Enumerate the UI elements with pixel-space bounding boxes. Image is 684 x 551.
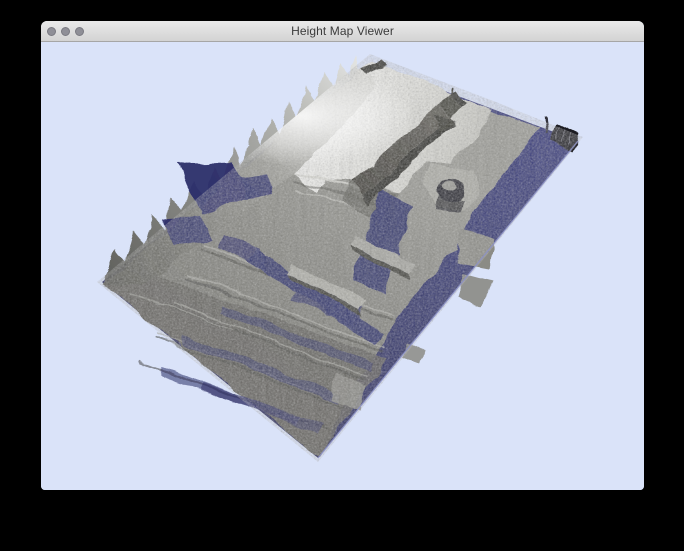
window-title: Height Map Viewer [41,21,644,41]
close-button[interactable] [47,27,56,36]
desktop-background: Height Map Viewer [0,0,684,551]
title-bar[interactable]: Height Map Viewer [41,21,644,42]
heightmap-render [41,42,644,490]
minimize-button[interactable] [61,27,70,36]
zoom-button[interactable] [75,27,84,36]
window-controls [47,21,84,41]
heightmap-viewport[interactable] [41,42,644,490]
app-window: Height Map Viewer [41,21,644,490]
texture-overlays [81,42,601,482]
sun-highlight [191,66,415,166]
